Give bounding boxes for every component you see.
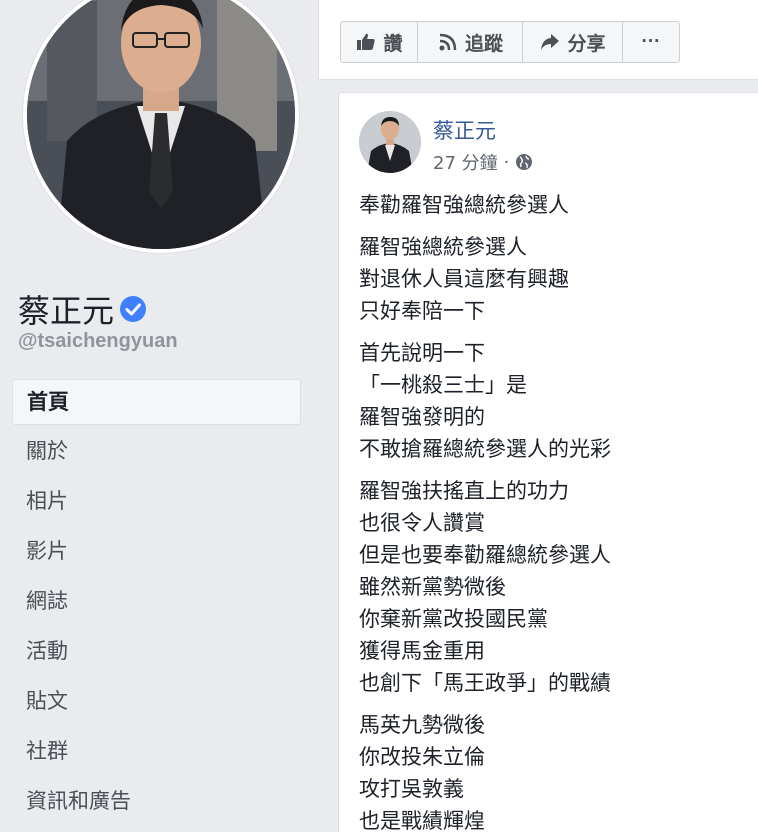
post-line: 只好奉陪一下: [359, 299, 485, 323]
check-icon: [125, 303, 142, 316]
nav-item-community[interactable]: 社群: [12, 727, 301, 777]
post-paragraph: 馬英九勢微後 你改投朱立倫 攻打吳敦義 也是戰績輝煌: [359, 709, 758, 832]
post-paragraph: 首先說明一下 「一桃殺三士」是 羅智強發明的 不敢搶羅總統參選人的光彩: [359, 337, 758, 465]
post-line: 你改投朱立倫: [359, 745, 485, 769]
profile-name-text: 蔡正元: [18, 292, 115, 330]
post-body: 奉勸羅智強總統參選人 羅智強總統參選人 對退休人員這麼有興趣 只好奉陪一下 首先…: [359, 189, 758, 832]
post-paragraph: 奉勸羅智強總統參選人: [359, 189, 758, 221]
nav-item-info-ads[interactable]: 資訊和廣告: [12, 777, 301, 827]
post-line: 「一桃殺三士」是: [359, 373, 527, 397]
action-button-group: 讚 追蹤 分享 ···: [340, 21, 680, 63]
post-line: 攻打吳敦義: [359, 777, 464, 801]
post-author-name[interactable]: 蔡正元: [433, 115, 496, 145]
post-line: 羅智強扶搖直上的功力: [359, 479, 569, 503]
post-line: 獲得馬金重用: [359, 639, 485, 663]
post-timestamp[interactable]: 27 分鐘: [433, 149, 498, 175]
verified-badge-icon: [120, 296, 147, 322]
profile-name: 蔡正元: [18, 286, 147, 332]
post-line: 也創下「馬王政爭」的戰績: [359, 671, 611, 695]
post-line: 對退休人員這麼有興趣: [359, 267, 569, 291]
profile-picture[interactable]: [22, 0, 300, 254]
post-line: 不敢搶羅總統參選人的光彩: [359, 437, 611, 461]
share-button[interactable]: 分享: [523, 22, 623, 62]
share-arrow-icon: [541, 34, 560, 50]
nav-item-home[interactable]: 首頁: [12, 379, 301, 425]
nav-item-posts[interactable]: 貼文: [12, 677, 301, 727]
page-nav: 首頁 關於 相片 影片 網誌 活動 貼文 社群 資訊和廣告: [12, 379, 301, 827]
meta-separator: ·: [503, 151, 510, 173]
post-meta: 27 分鐘 ·: [433, 149, 533, 175]
profile-handle[interactable]: @tsaichengyuan: [18, 330, 178, 353]
profile-sidebar: 蔡正元 @tsaichengyuan 首頁 關於 相片 影片 網誌 活動 貼文 …: [0, 0, 318, 832]
post-line: 首先說明一下: [359, 341, 485, 365]
share-label: 分享: [567, 33, 606, 55]
post-paragraph: 羅智強總統參選人 對退休人員這麼有興趣 只好奉陪一下: [359, 231, 758, 327]
page-action-bar: 讚 追蹤 分享 ···: [318, 0, 758, 80]
post-paragraph: 羅智強扶搖直上的功力 也很令人讚賞 但是也要奉勸羅總統參選人 雖然新黨勢微後 你…: [359, 475, 758, 699]
nav-item-videos[interactable]: 影片: [12, 527, 301, 577]
post-line: 奉勸羅智強總統參選人: [359, 193, 569, 217]
like-button[interactable]: 讚: [341, 22, 418, 62]
post-line: 雖然新黨勢微後: [359, 575, 506, 599]
post-line: 也是戰績輝煌: [359, 809, 485, 832]
post-line: 羅智強總統參選人: [359, 235, 527, 259]
post-line: 你棄新黨改投國民黨: [359, 607, 548, 631]
nav-item-events[interactable]: 活動: [12, 627, 301, 677]
post-author-avatar[interactable]: [359, 111, 421, 173]
post-card: 蔡正元 27 分鐘 · 奉勸羅智強總統參選人 羅智強總統參選人 對退休人員這麼有…: [338, 92, 758, 832]
nav-item-notes[interactable]: 網誌: [12, 577, 301, 627]
profile-photo-graphic: [27, 0, 295, 249]
profile-photo: [27, 0, 295, 249]
post-line: 羅智強發明的: [359, 405, 485, 429]
nav-item-photos[interactable]: 相片: [12, 477, 301, 527]
more-icon: ···: [641, 31, 661, 52]
more-options-button[interactable]: ···: [623, 22, 679, 62]
post-line: 但是也要奉勸羅總統參選人: [359, 543, 611, 567]
like-label: 讚: [383, 33, 403, 55]
thumbs-up-icon: [357, 33, 376, 50]
follow-button[interactable]: 追蹤: [418, 22, 523, 62]
follow-label: 追蹤: [464, 33, 503, 55]
post-line: 馬英九勢微後: [359, 713, 485, 737]
rss-icon: [439, 33, 457, 51]
post-line: 也很令人讚賞: [359, 511, 485, 535]
globe-icon[interactable]: [515, 153, 533, 171]
nav-item-about[interactable]: 關於: [12, 427, 301, 477]
post-author-photo: [359, 111, 421, 173]
